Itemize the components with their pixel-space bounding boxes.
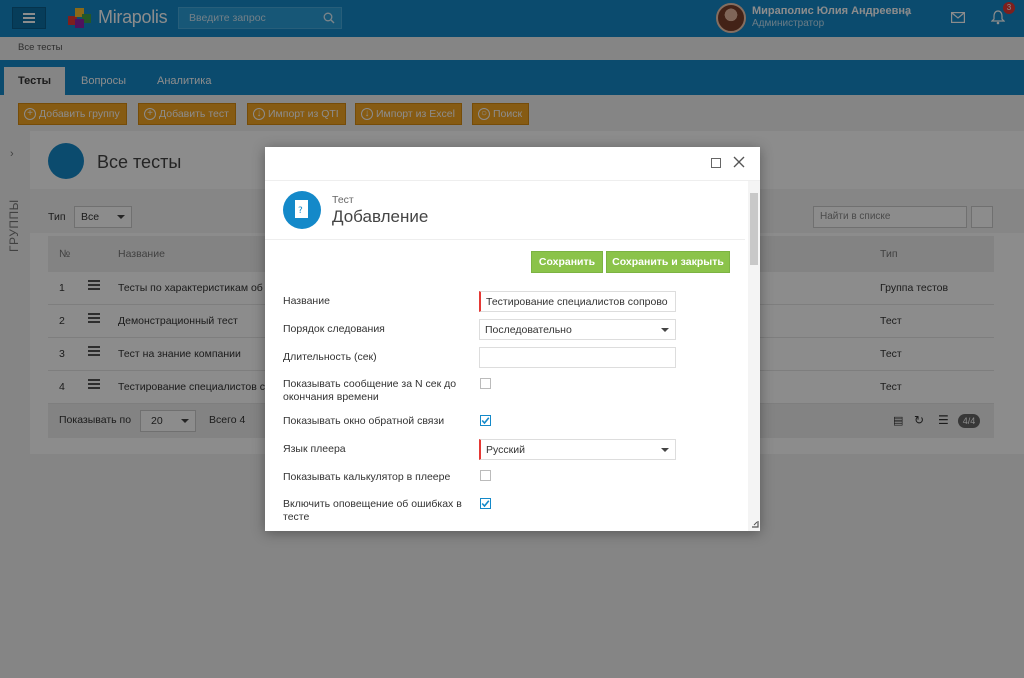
dialog-titlebar bbox=[265, 147, 760, 181]
save-close-button[interactable]: Сохранить и закрыть bbox=[606, 251, 730, 273]
test-icon: ? bbox=[283, 191, 321, 229]
dialog-subtitle: Тест bbox=[332, 194, 354, 206]
name-label: Название bbox=[283, 295, 330, 307]
svg-text:?: ? bbox=[298, 206, 303, 216]
feedback-checkbox[interactable] bbox=[480, 415, 491, 426]
show-message-checkbox[interactable] bbox=[480, 378, 491, 389]
order-value: Последовательно bbox=[485, 324, 572, 336]
feedback-label: Показывать окно обратной связи bbox=[283, 415, 445, 427]
check-icon bbox=[481, 500, 490, 508]
name-input[interactable]: Тестирование специалистов сопрово bbox=[479, 291, 676, 312]
duration-label: Длительность (сек) bbox=[283, 351, 377, 363]
close-icon[interactable] bbox=[732, 155, 746, 169]
add-test-dialog: ? Тест Добавление Сохранить Сохранить и … bbox=[265, 147, 760, 531]
player-language-select[interactable]: Русский bbox=[479, 439, 676, 460]
error-alerts-checkbox[interactable] bbox=[480, 498, 491, 509]
resize-grip-icon[interactable] bbox=[751, 520, 759, 528]
order-select[interactable]: Последовательно bbox=[479, 319, 676, 340]
caret-down-icon bbox=[661, 328, 669, 332]
check-icon bbox=[481, 417, 490, 425]
divider bbox=[265, 239, 745, 240]
duration-input[interactable] bbox=[479, 347, 676, 368]
show-message-label: Показывать сообщение за N сек до окончан… bbox=[283, 378, 457, 403]
order-label: Порядок следования bbox=[283, 323, 385, 335]
calculator-label: Показывать калькулятор в плеере bbox=[283, 471, 451, 483]
expand-icon[interactable] bbox=[711, 158, 721, 168]
player-language-label: Язык плеера bbox=[283, 443, 346, 455]
dialog-title: Добавление bbox=[332, 207, 429, 226]
calculator-checkbox[interactable] bbox=[480, 470, 491, 481]
dialog-scrollbar[interactable] bbox=[748, 181, 760, 531]
player-language-value: Русский bbox=[486, 444, 525, 456]
error-alerts-label: Включить оповещение об ошибках в тесте bbox=[283, 498, 462, 523]
save-button[interactable]: Сохранить bbox=[531, 251, 603, 273]
scroll-thumb[interactable] bbox=[750, 193, 758, 265]
caret-down-icon bbox=[661, 448, 669, 452]
